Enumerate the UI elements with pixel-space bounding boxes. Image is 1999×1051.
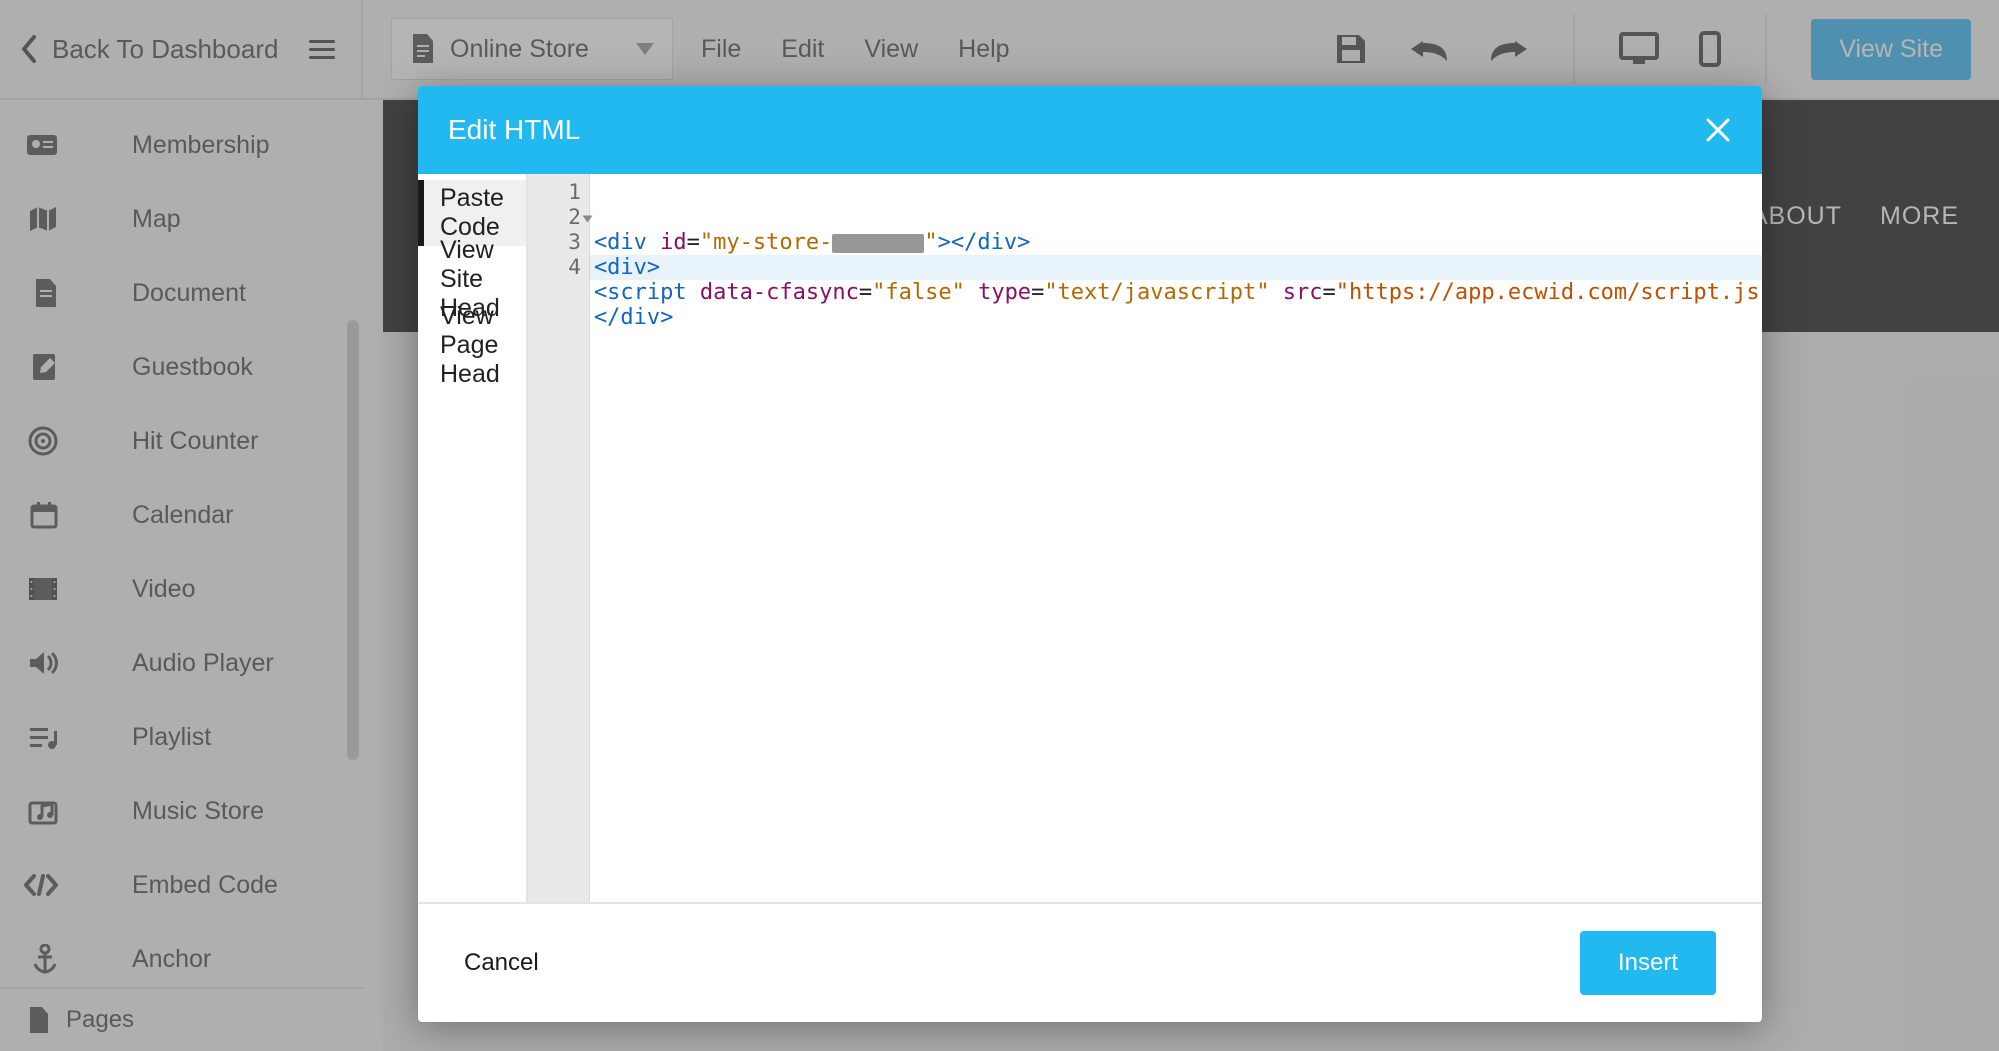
tab-view-page-head[interactable]: View Page Head [418, 312, 526, 378]
edit-html-modal: Edit HTML Paste Code View Site Head View… [418, 86, 1762, 1022]
modal-title: Edit HTML [448, 114, 580, 146]
code-editor[interactable]: 1 2 3 4 <div id="my-store-"></div> <div>… [528, 174, 1762, 902]
gutter-line: 2 [528, 205, 589, 230]
modal-header: Edit HTML [418, 86, 1762, 174]
cancel-button[interactable]: Cancel [464, 949, 539, 977]
gutter-line: 3 [528, 230, 589, 255]
modal-footer: Cancel Insert [418, 902, 1762, 1022]
modal-body: Paste Code View Site Head View Page Head… [418, 174, 1762, 902]
gutter-line: 4 [528, 255, 589, 280]
gutter-line: 1 [528, 180, 589, 205]
insert-button[interactable]: Insert [1580, 931, 1716, 995]
modal-tabs: Paste Code View Site Head View Page Head [418, 174, 528, 902]
redacted-store-id [832, 234, 924, 253]
code-area[interactable]: <div id="my-store-"></div> <div> <script… [590, 174, 1762, 902]
code-gutter: 1 2 3 4 [528, 174, 590, 902]
close-icon[interactable] [1704, 116, 1732, 144]
